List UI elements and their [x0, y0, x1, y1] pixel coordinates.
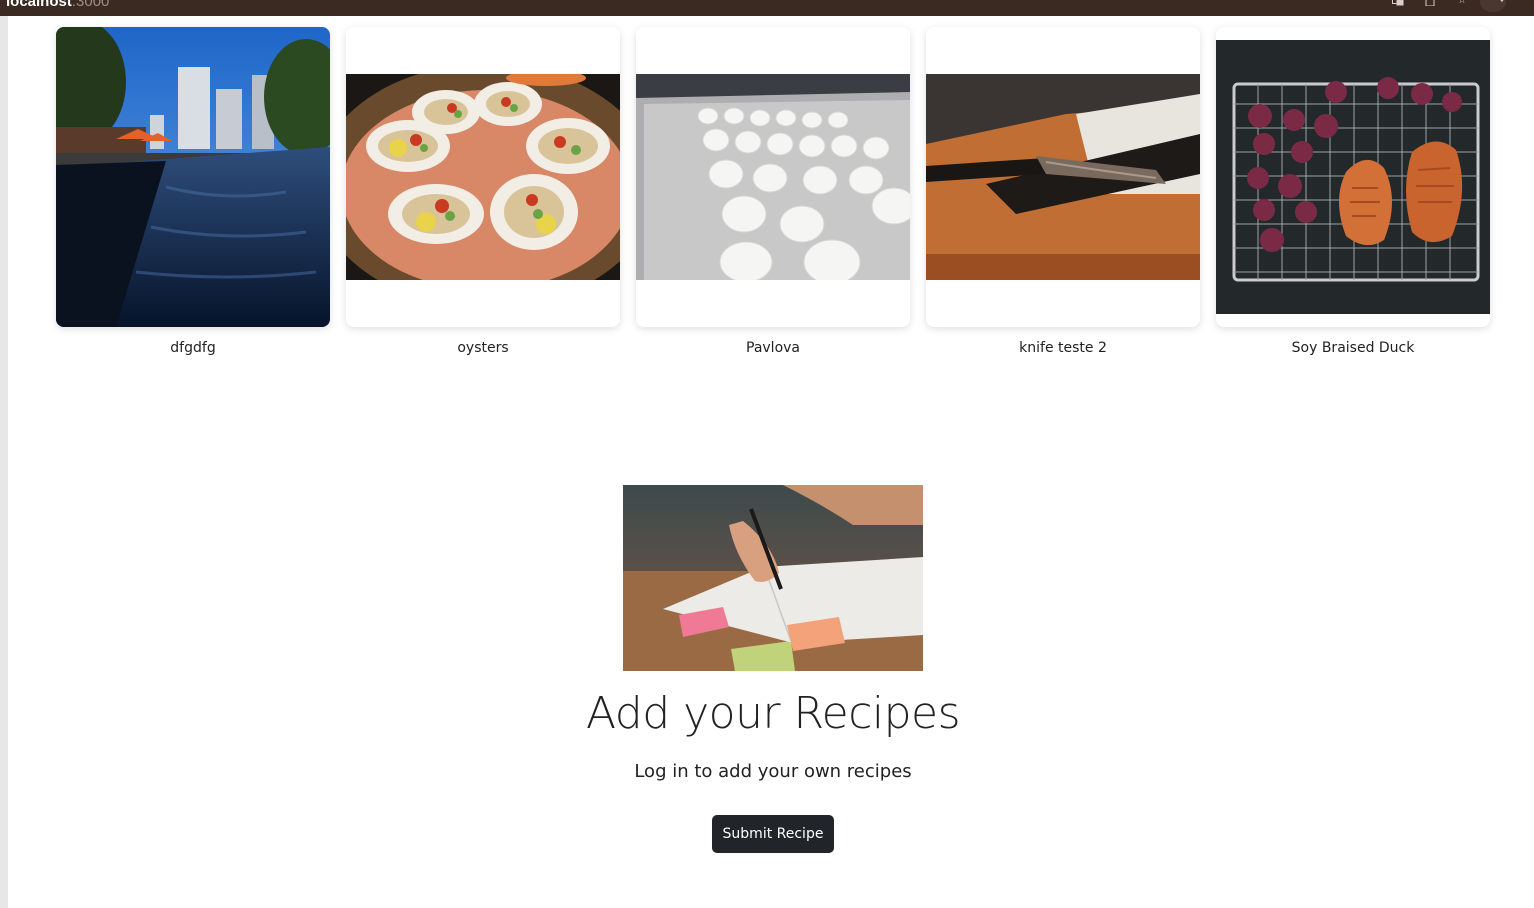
url-port: :3000 — [71, 0, 110, 10]
recipe-image — [926, 74, 1200, 280]
extensions-icon[interactable]: ✦ — [1496, 0, 1508, 6]
translate-icon[interactable] — [1392, 0, 1404, 6]
recipe-image — [1216, 40, 1490, 314]
recipe-title[interactable]: dfgdfg — [56, 340, 330, 356]
star-icon[interactable]: ☆ — [1456, 0, 1468, 6]
recipe-image — [56, 27, 330, 327]
submit-recipe-button[interactable]: Submit Recipe — [712, 815, 834, 853]
recipe-card[interactable] — [56, 27, 330, 327]
recipe-title[interactable]: knife teste 2 — [926, 340, 1200, 356]
share-icon[interactable] — [1424, 0, 1436, 6]
browser-toolbar: localhost:3000 ☆ ✦ — [0, 0, 1534, 16]
recipe-card[interactable] — [346, 27, 620, 327]
recipe-card[interactable] — [1216, 27, 1490, 327]
address-bar[interactable]: localhost:3000 — [6, 0, 109, 10]
cta-title: Add your Recipes — [585, 688, 961, 739]
recipe-image — [636, 74, 910, 280]
recipe-title[interactable]: Pavlova — [636, 340, 910, 356]
recipe-title[interactable]: oysters — [346, 340, 620, 356]
url-host: localhost — [6, 0, 72, 10]
recipe-title[interactable]: Soy Braised Duck — [1216, 340, 1490, 356]
recipe-card[interactable] — [926, 27, 1200, 327]
cta-subtitle: Log in to add your own recipes — [634, 761, 912, 782]
recipe-card[interactable] — [636, 27, 910, 327]
recipe-image — [346, 74, 620, 280]
cta-image — [623, 485, 923, 671]
